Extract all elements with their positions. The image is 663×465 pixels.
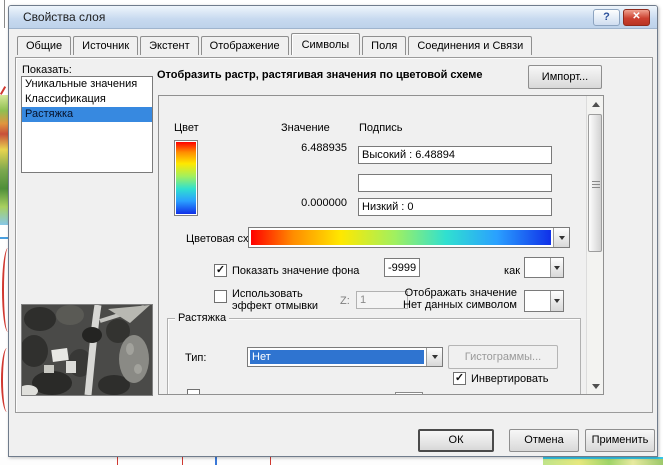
stretch-type-combo[interactable]: Нет (247, 347, 443, 367)
help-button[interactable]: ? (593, 9, 620, 26)
tab-display[interactable]: Отображение (200, 36, 289, 55)
hillshade-label-line1: Использовать (232, 288, 303, 300)
stretch-type-value: Нет (250, 350, 424, 364)
list-item-unique-values[interactable]: Уникальные значения (22, 77, 152, 92)
map-line (4, 0, 5, 28)
titlebar[interactable]: Свойства слоя ? ✕ (9, 6, 657, 29)
question-icon: ? (603, 11, 610, 23)
window-title: Свойства слоя (23, 10, 106, 24)
background-value-input[interactable] (384, 258, 420, 277)
import-button[interactable]: Импорт... (528, 65, 602, 89)
symbology-options-panel: Цвет Значение Подпись 6.488935 0.000000 … (158, 95, 604, 395)
color-scheme-combo[interactable] (248, 227, 570, 248)
tab-fields[interactable]: Поля (362, 36, 407, 55)
as-label: как (504, 265, 520, 277)
check-icon: ✓ (215, 264, 226, 276)
chevron-down-icon[interactable] (550, 291, 563, 311)
scroll-down-icon[interactable] (587, 378, 603, 394)
low-value: 0.000000 (301, 197, 347, 209)
stretch-type-label: Тип: (185, 352, 207, 364)
hillshade-label-line2: эффект отмывки (232, 300, 319, 312)
close-button[interactable]: ✕ (623, 9, 650, 26)
value-column-header: Значение (281, 122, 330, 134)
list-item-stretched[interactable]: Растяжка (22, 107, 152, 122)
tab-extent[interactable]: Экстент (140, 36, 199, 55)
z-label: Z: (340, 295, 350, 307)
renderer-list[interactable]: Уникальные значения Классификация Растяж… (21, 76, 153, 173)
nodata-symbol-combo[interactable] (524, 290, 564, 312)
show-background-checkbox[interactable]: ✓ (214, 264, 227, 277)
clipped-field (395, 392, 423, 394)
tab-strip: Общие Источник Экстент Отображение Симво… (17, 33, 534, 55)
nodata-label-line2: Нет данных символом (403, 299, 517, 311)
list-item-classified[interactable]: Классификация (22, 92, 152, 107)
map-red-line (270, 457, 271, 465)
layer-properties-dialog: Свойства слоя ? ✕ Общие Источник Экстент… (8, 5, 658, 457)
show-background-label[interactable]: Показать значение фона (232, 265, 359, 277)
map-red-line (117, 457, 118, 465)
aerial-preview-image (22, 305, 152, 395)
low-label-input[interactable] (358, 198, 552, 216)
invert-label[interactable]: Инвертировать (471, 373, 548, 385)
nodata-label: Отображать значение Нет данных символом (395, 287, 517, 311)
cancel-button[interactable]: Отмена (509, 429, 579, 452)
high-value: 6.488935 (301, 142, 347, 154)
map-cyan-line (543, 457, 663, 459)
map-background-bottom (0, 457, 663, 465)
map-red-line (182, 457, 183, 465)
invert-checkbox[interactable]: ✓ (453, 372, 466, 385)
nodata-label-line1: Отображать значение (404, 287, 517, 299)
scrollbar-grip (592, 181, 600, 188)
tab-joins-relates[interactable]: Соединения и Связи (408, 36, 533, 55)
preview-thumbnail (21, 304, 153, 396)
hillshade-checkbox[interactable] (214, 290, 227, 303)
chevron-down-icon[interactable] (553, 228, 569, 247)
hillshade-label[interactable]: Использовать эффект отмывки (232, 288, 318, 312)
color-scheme-gradient (251, 230, 551, 245)
background-as-combo[interactable] (524, 257, 564, 278)
chevron-down-icon[interactable] (550, 258, 563, 277)
map-red-mark (0, 86, 7, 95)
renderer-description: Отобразить растр, растягивая значения по… (157, 69, 483, 81)
clipped-checkbox (187, 389, 200, 394)
screen: Свойства слоя ? ✕ Общие Источник Экстент… (0, 0, 663, 465)
chevron-down-icon[interactable] (426, 348, 442, 366)
symbology-tab-page: Показать: Уникальные значения Классифика… (15, 57, 653, 413)
color-ramp-vertical (174, 140, 198, 216)
tab-general[interactable]: Общие (17, 36, 72, 55)
ok-button[interactable]: ОК (418, 429, 494, 452)
map-blue-line (215, 457, 217, 465)
middle-label-input[interactable] (358, 174, 552, 192)
apply-button[interactable]: Применить (585, 429, 655, 452)
high-label-input[interactable] (358, 146, 552, 164)
color-ramp-gradient (176, 142, 196, 214)
close-icon: ✕ (632, 11, 641, 22)
stretch-group-label: Растяжка (175, 312, 230, 324)
tab-symbology[interactable]: Символы (290, 33, 361, 55)
tab-source[interactable]: Источник (73, 36, 139, 55)
show-label: Показать: (22, 64, 72, 76)
label-column-header: Подпись (359, 122, 403, 134)
color-column-header: Цвет (174, 122, 199, 134)
check-icon: ✓ (454, 372, 465, 384)
scrollbar-thumb[interactable] (588, 114, 602, 252)
histograms-button: Гистограммы... (448, 345, 558, 369)
scroll-up-icon[interactable] (587, 96, 603, 112)
panel-scrollbar[interactable] (586, 96, 603, 394)
